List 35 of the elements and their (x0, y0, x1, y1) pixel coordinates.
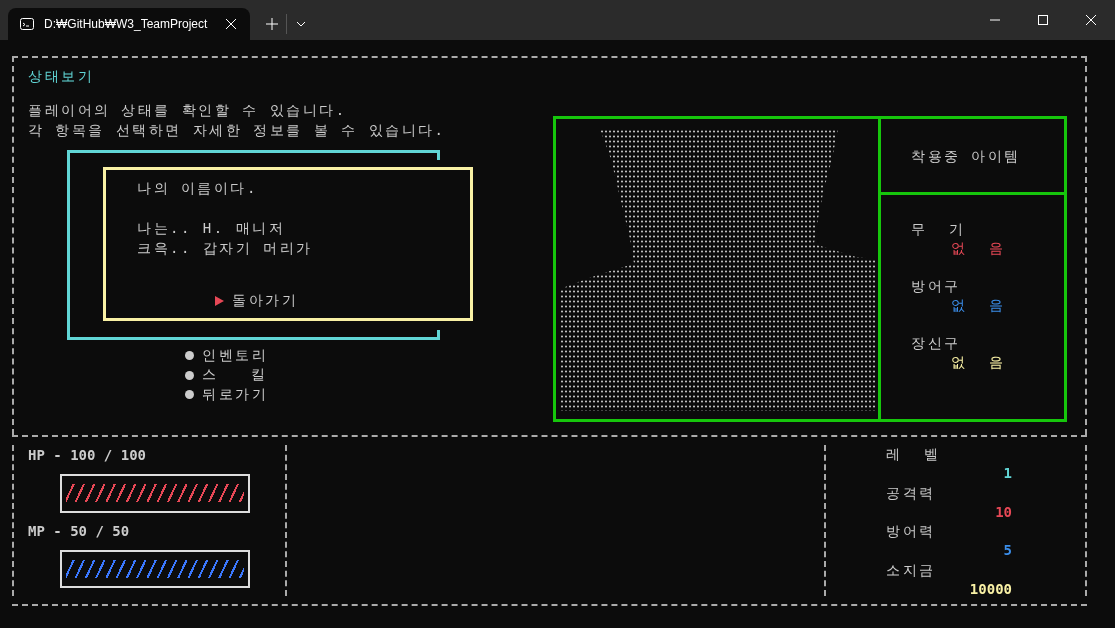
console-icon (20, 18, 34, 30)
stat-value: 10 (994, 502, 1012, 522)
description-text: 플레이어의 상태를 확인할 수 있습니다. (28, 101, 348, 120)
maximize-icon (1038, 15, 1048, 25)
stat-label: 공격력 (886, 483, 937, 503)
tab-title: D:₩GitHub₩W3_TeamProject (44, 17, 209, 31)
dialog-text: 크윽.. 갑자기 머리가 (137, 239, 314, 258)
stat-value: 10000 (968, 580, 1012, 600)
slot-value: 없 음 (950, 239, 1007, 258)
description-text: 각 항목을 선택하면 자세한 정보를 볼 수 있습니다. (28, 121, 447, 140)
close-icon (1086, 15, 1096, 25)
screen-title: 상태보기 (28, 67, 95, 86)
menu-item[interactable]: 스 킬 (202, 366, 268, 385)
gauge-label: MP - 50 / 50 (27, 521, 131, 541)
stat-value: 1 (1002, 464, 1012, 484)
stat-value: 5 (1002, 541, 1012, 561)
terminal-tab[interactable]: D:₩GitHub₩W3_TeamProject (8, 8, 250, 40)
dialog-text: 나의 이름이다. (137, 179, 259, 198)
equipment-header: 착용중 아이템 (911, 146, 1021, 166)
stat-label: 소지금 (886, 560, 937, 580)
slot-label: 방어구 (911, 277, 962, 296)
dialog-text: 나는.. H. 매니저 (137, 219, 287, 238)
menu-item[interactable]: 인벤토리 (202, 346, 268, 365)
slot-value: 없 음 (950, 353, 1007, 372)
gauge-label: HP - 100 / 100 (27, 446, 147, 465)
bullet-icon (185, 390, 194, 400)
dialog-choice[interactable]: 돌아가기 (232, 292, 298, 310)
menu-item[interactable]: 뒤로가기 (202, 385, 268, 404)
slot-label: 장신구 (911, 334, 962, 353)
stat-label: 방어력 (886, 522, 937, 542)
bullet-icon (185, 351, 194, 361)
slot-value: 없 음 (950, 296, 1007, 315)
bullet-icon (185, 370, 194, 380)
slot-label: 무 기 (911, 220, 967, 239)
stat-label: 레 벨 (886, 445, 942, 464)
